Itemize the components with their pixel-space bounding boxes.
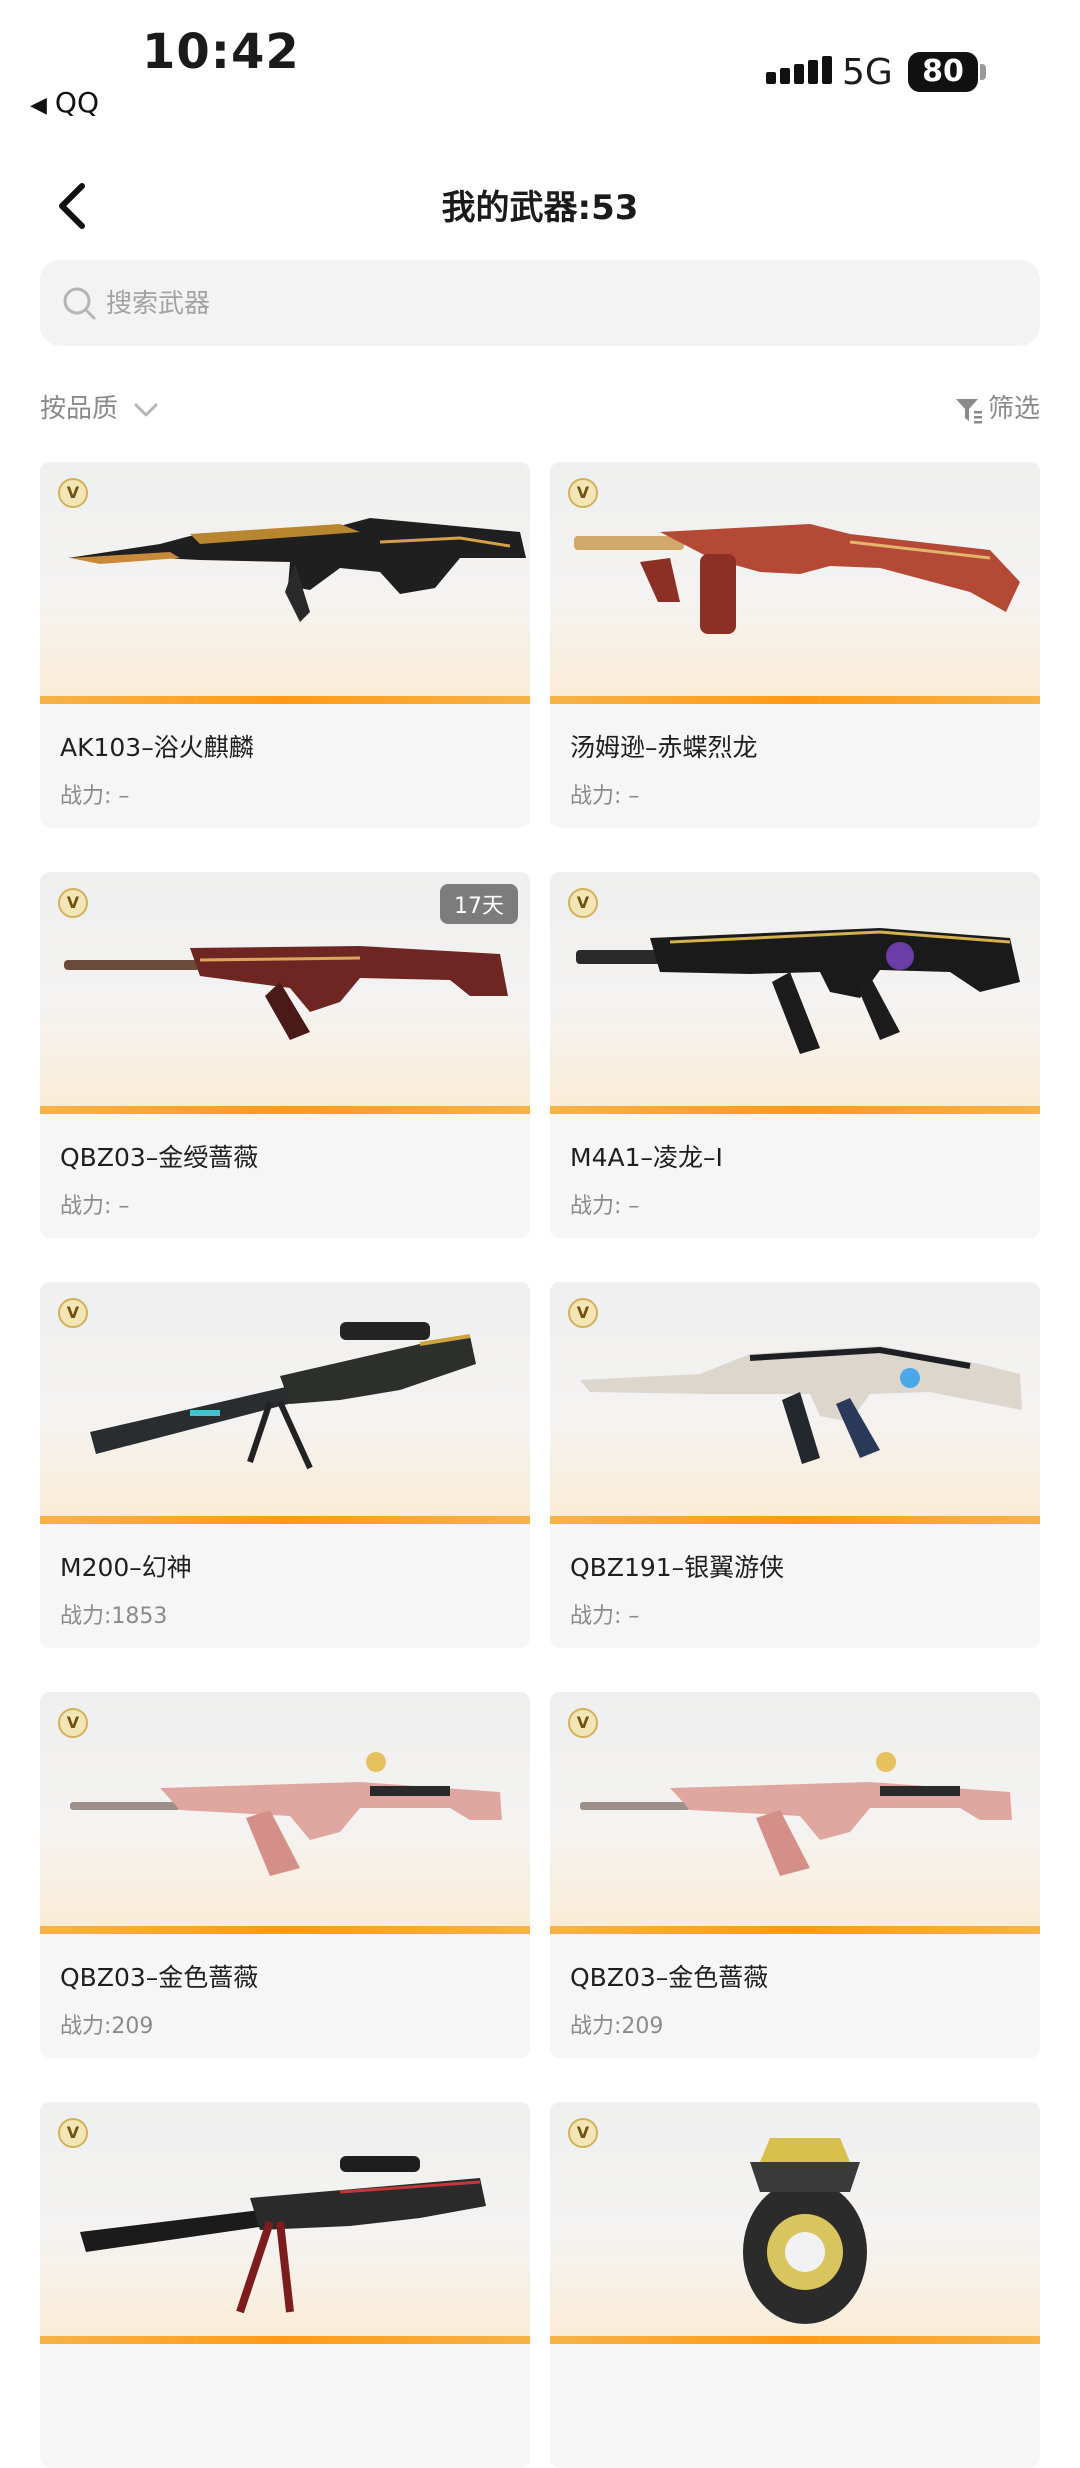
weapon-card[interactable]: V — [40, 2102, 530, 2468]
signal-icon — [766, 56, 832, 84]
search-input[interactable] — [104, 260, 1008, 348]
search-icon — [63, 287, 96, 320]
vip-badge: V — [58, 2118, 88, 2148]
weapon-name: 汤姆逊–赤蝶烈龙 — [570, 733, 758, 762]
weapon-card[interactable]: V QBZ191–银翼游侠 战力: – — [550, 1282, 1040, 1648]
weapon-image: V — [40, 1282, 530, 1524]
vip-badge: V — [58, 1298, 88, 1328]
vip-badge: V — [568, 2118, 598, 2148]
sort-label: 按品质 — [40, 394, 119, 424]
weapon-image: V — [40, 2102, 530, 2344]
weapon-image: V — [550, 1692, 1040, 1934]
weapon-name: QBZ03–金色蔷薇 — [570, 1963, 769, 1992]
weapon-card[interactable]: V QBZ03–金色蔷薇 战力:209 — [40, 1692, 530, 2058]
vip-badge: V — [568, 1708, 598, 1738]
weapon-power: 战力: – — [60, 1194, 130, 1219]
weapon-power: 战力: – — [570, 1194, 640, 1219]
weapon-power: 战力: – — [60, 784, 130, 809]
weapon-card[interactable]: V — [550, 2102, 1040, 2468]
weapon-power: 战力: – — [570, 784, 640, 809]
weapon-image: V — [40, 462, 530, 704]
battery-icon: 80 — [908, 52, 986, 92]
weapon-image: V — [40, 1692, 530, 1934]
weapon-power: 战力: – — [570, 1604, 640, 1629]
rifle-icon — [68, 518, 526, 622]
weapon-power: 战力:1853 — [60, 1604, 168, 1629]
rifle-icon — [580, 1752, 1012, 1876]
weapon-name: QBZ03–金绶蔷薇 — [60, 1143, 259, 1172]
rifle-icon — [576, 928, 1020, 1054]
back-app-label: QQ — [54, 86, 99, 119]
vip-badge: V — [58, 478, 88, 508]
weapon-image: V — [550, 1282, 1040, 1524]
weapon-name: M4A1–凌龙–I — [570, 1143, 723, 1172]
weapon-image: V 17天 — [40, 872, 530, 1114]
vip-badge: V — [58, 1708, 88, 1738]
weapon-image: V — [550, 2102, 1040, 2344]
vip-badge: V — [568, 888, 598, 918]
grenade-icon — [743, 2138, 867, 2324]
chevron-down-icon — [134, 403, 158, 416]
expiry-badge: 17天 — [440, 884, 518, 924]
weapon-power: 战力:209 — [60, 2014, 154, 2039]
weapon-image: V — [550, 462, 1040, 704]
weapon-card[interactable]: V M200–幻神 战力:1853 — [40, 1282, 530, 1648]
weapon-power: 战力:209 — [570, 2014, 664, 2039]
filter-button[interactable]: 筛选 — [954, 388, 1040, 425]
network-type: 5G — [842, 52, 893, 93]
weapon-name: QBZ191–银翼游侠 — [570, 1553, 785, 1582]
rifle-icon — [580, 1346, 1022, 1464]
filter-icon — [955, 398, 982, 423]
sniper-rifle-icon — [80, 2156, 486, 2314]
weapon-card[interactable]: V 汤姆逊–赤蝶烈龙 战力: – — [550, 462, 1040, 828]
weapon-card[interactable]: V M4A1–凌龙–I 战力: – — [550, 872, 1040, 1238]
battery-level: 80 — [908, 52, 978, 92]
search-bar[interactable] — [40, 260, 1040, 348]
vip-badge: V — [568, 478, 598, 508]
vip-badge: V — [568, 1298, 598, 1328]
sort-dropdown[interactable]: 按品质 — [40, 388, 160, 425]
page-title: 我的武器:53 — [441, 188, 639, 228]
weapon-card[interactable]: V QBZ03–金色蔷薇 战力:209 — [550, 1692, 1040, 2058]
weapon-name: M200–幻神 — [60, 1553, 192, 1582]
weapon-card[interactable]: V 17天 QBZ03–金绶蔷薇 战力: – — [40, 872, 530, 1238]
weapon-image: V — [550, 872, 1040, 1114]
status-time: 10:42 — [142, 24, 300, 80]
submachine-gun-icon — [574, 524, 1020, 634]
weapon-name: QBZ03–金色蔷薇 — [60, 1963, 259, 1992]
weapon-card[interactable]: V AK103–浴火麒麟 战力: – — [40, 462, 530, 828]
filter-label: 筛选 — [987, 394, 1040, 424]
back-to-app-link[interactable]: ◀ QQ — [30, 86, 99, 119]
sniper-rifle-icon — [90, 1322, 476, 1470]
status-bar: 10:42 ◀ QQ 5G 80 — [0, 0, 1080, 120]
page-header: 我的武器:53 — [0, 160, 1080, 250]
vip-badge: V — [58, 888, 88, 918]
back-triangle-icon: ◀ — [30, 93, 47, 118]
weapon-name: AK103–浴火麒麟 — [60, 733, 254, 762]
rifle-icon — [70, 1752, 502, 1876]
